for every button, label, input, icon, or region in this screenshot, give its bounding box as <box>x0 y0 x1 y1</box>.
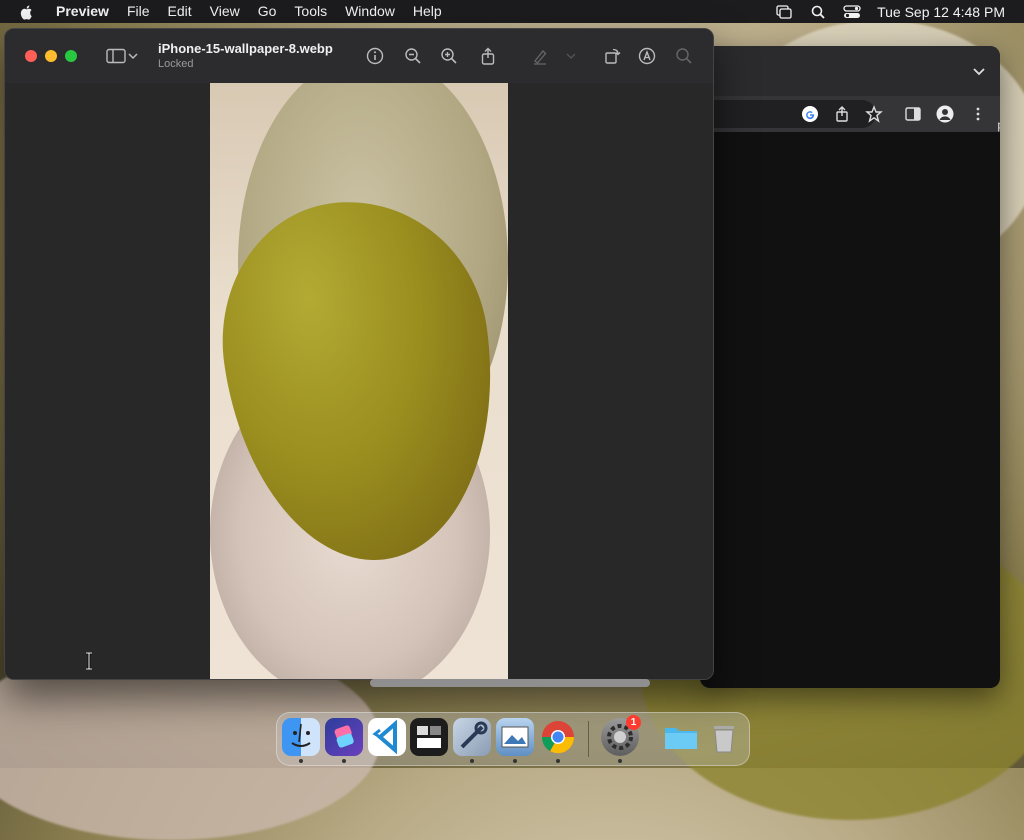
dock-running-indicator <box>342 759 346 763</box>
zoom-out-icon <box>405 48 421 64</box>
dock: 1 <box>276 712 750 766</box>
zoom-in-icon <box>441 48 457 64</box>
menu-window[interactable]: Window <box>336 0 404 23</box>
image-capture-icon <box>417 726 441 748</box>
screen-mirroring-icon[interactable] <box>775 4 793 20</box>
dock-preview[interactable] <box>496 718 534 756</box>
notification-badge: 1 <box>626 715 641 730</box>
markup-button[interactable] <box>636 46 658 66</box>
chrome-app-icon <box>541 721 575 754</box>
folder-icon <box>665 728 697 749</box>
sidebar-menu-button[interactable] <box>127 46 139 66</box>
horizontal-scrollbar[interactable] <box>370 679 650 687</box>
menu-help[interactable]: Help <box>404 0 451 23</box>
sidebar-toggle-icon <box>106 48 126 64</box>
menu-tools[interactable]: Tools <box>285 0 336 23</box>
share-icon[interactable] <box>833 105 851 123</box>
preview-window: iPhone-15-wallpaper-8.webp Locked <box>4 28 714 680</box>
text-cursor-icon <box>86 652 92 670</box>
control-center-icon[interactable] <box>843 4 861 20</box>
menu-clock[interactable]: Tue Sep 12 4:48 PM <box>877 4 1005 20</box>
spotlight-search-icon[interactable] <box>809 4 827 20</box>
chevron-down-icon <box>128 53 138 60</box>
close-button[interactable] <box>25 50 37 62</box>
menu-edit[interactable]: Edit <box>159 0 201 23</box>
markup-icon <box>638 47 656 65</box>
search-button[interactable] <box>673 46 695 66</box>
preview-app-icon <box>501 726 529 748</box>
menu-app-name[interactable]: Preview <box>47 0 118 23</box>
document-status: Locked <box>158 58 194 70</box>
dock-running-indicator <box>299 759 303 763</box>
dock-finder[interactable] <box>282 718 320 756</box>
dock-downloads-folder[interactable] <box>662 718 700 756</box>
apple-logo-icon[interactable] <box>19 4 35 20</box>
shortcuts-icon <box>334 725 354 748</box>
preview-titlebar: iPhone-15-wallpaper-8.webp Locked <box>5 29 713 84</box>
dock-separator <box>588 721 589 757</box>
dock-running-indicator <box>618 759 622 763</box>
trash-icon <box>714 726 734 753</box>
dock-running-indicator <box>470 759 474 763</box>
zoom-in-button[interactable] <box>438 46 460 66</box>
side-panel-icon[interactable] <box>904 105 922 123</box>
dock-vscode[interactable] <box>368 718 406 756</box>
document-canvas[interactable] <box>5 83 713 679</box>
dock-image-capture[interactable] <box>410 718 448 756</box>
zoom-out-button[interactable] <box>402 46 424 66</box>
chrome-tab-bar <box>700 46 1000 96</box>
dock-shortcuts[interactable] <box>325 718 363 756</box>
menu-bar: Preview File Edit View Go Tools Window H… <box>0 0 1024 23</box>
bookmark-star-icon[interactable] <box>865 105 883 123</box>
info-button[interactable] <box>364 46 386 66</box>
search-icon <box>676 48 692 64</box>
maximize-button[interactable] <box>65 50 77 62</box>
tab-list-chevron-icon[interactable] <box>972 64 986 78</box>
info-icon <box>366 47 384 65</box>
share-icon <box>481 47 495 65</box>
rotate-icon <box>605 48 621 64</box>
menu-view[interactable]: View <box>201 0 249 23</box>
finder-icon <box>291 723 311 747</box>
menu-go[interactable]: Go <box>249 0 286 23</box>
rotate-button[interactable] <box>601 46 623 66</box>
sidebar-toggle-button[interactable] <box>105 46 127 66</box>
highlight-menu-button[interactable] <box>565 46 577 66</box>
dock-instruments[interactable] <box>453 718 491 756</box>
dock-trash[interactable] <box>705 718 743 756</box>
profile-icon[interactable] <box>936 105 954 123</box>
instruments-tools-icon <box>460 721 488 749</box>
menu-file[interactable]: File <box>118 0 159 23</box>
chrome-toolbar <box>700 96 1000 132</box>
vscode-icon <box>372 719 397 755</box>
dock-chrome[interactable] <box>539 718 577 756</box>
chevron-down-icon <box>566 53 576 59</box>
document-title[interactable]: iPhone-15-wallpaper-8.webp <box>158 41 333 56</box>
wallpaper-image <box>210 83 508 679</box>
dock-running-indicator <box>513 759 517 763</box>
chrome-window: p <box>700 46 1000 688</box>
google-icon[interactable] <box>801 105 819 123</box>
highlight-button[interactable] <box>529 46 551 66</box>
highlight-pen-icon <box>534 50 547 65</box>
more-menu-icon[interactable] <box>969 105 987 123</box>
minimize-button[interactable] <box>45 50 57 62</box>
dock-running-indicator <box>556 759 560 763</box>
chrome-peek-text: p <box>997 118 1000 132</box>
share-button[interactable] <box>477 46 499 66</box>
